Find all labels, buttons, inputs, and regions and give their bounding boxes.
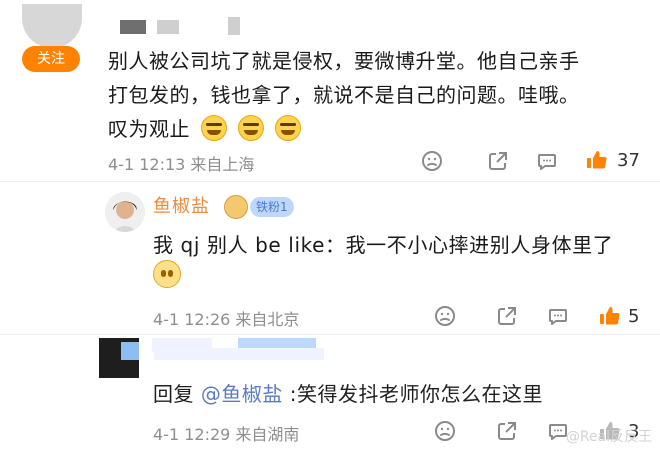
- thumb-up-icon[interactable]: [585, 148, 609, 172]
- reply-body: :笑得发抖老师你怎么在这里: [289, 382, 543, 406]
- mention-link[interactable]: @鱼椒盐: [201, 382, 283, 406]
- comment-icon[interactable]: [535, 149, 559, 173]
- reply-text: 我 qj 别人 be like：我一不小心摔进别人身体里了: [153, 233, 614, 257]
- like-count: 5: [628, 306, 640, 327]
- crying-face-icon: [237, 115, 264, 141]
- share-icon[interactable]: [495, 419, 519, 443]
- like-count: 37: [617, 150, 640, 171]
- share-icon[interactable]: [486, 149, 510, 173]
- avatar-detail: [121, 342, 139, 360]
- comment-line: 别人被公司坑了就是侵权，要微博升堂。他自己亲手: [108, 49, 580, 73]
- thumb-up-icon[interactable]: [598, 304, 622, 328]
- thumb-up-icon[interactable]: [585, 148, 609, 172]
- comment-icon[interactable]: [546, 304, 570, 328]
- blushing-face-icon: [153, 260, 181, 288]
- dislike-icon[interactable]: [433, 304, 457, 328]
- thumb-up-icon[interactable]: [598, 304, 622, 328]
- dislike-icon[interactable]: [433, 419, 457, 443]
- redacted-name-block: [120, 20, 146, 34]
- share-icon[interactable]: [495, 304, 519, 328]
- avatar-portrait-icon: [105, 192, 145, 232]
- fan-crown-icon: [224, 195, 248, 219]
- reply-meta: 4-1 12:29 来自湖南: [153, 425, 300, 444]
- comment-icon[interactable]: [535, 149, 559, 173]
- divider: [0, 181, 660, 182]
- share-icon[interactable]: [486, 149, 510, 173]
- divider: [0, 334, 660, 335]
- comment-meta: 4-1 12:13 来自上海: [108, 155, 255, 174]
- redacted-name-block: [228, 17, 240, 35]
- dislike-icon[interactable]: [433, 419, 457, 443]
- avatar[interactable]: [105, 192, 145, 232]
- share-icon[interactable]: [495, 419, 519, 443]
- follow-badge[interactable]: 关注: [22, 46, 80, 72]
- dislike-icon[interactable]: [420, 149, 444, 173]
- dislike-icon[interactable]: [433, 304, 457, 328]
- fan-badge-label: 铁粉1: [250, 197, 294, 217]
- redacted-name-block: [157, 20, 179, 34]
- reply-prefix: 回复: [153, 382, 194, 406]
- watermark: @Real反反王: [565, 429, 652, 445]
- comment-line: 叹为观止: [108, 112, 628, 146]
- fan-badge: 铁粉1: [224, 195, 294, 219]
- reply-meta: 4-1 12:26 来自北京: [153, 310, 300, 329]
- crying-face-icon: [274, 115, 301, 141]
- share-icon[interactable]: [495, 304, 519, 328]
- avatar[interactable]: [22, 4, 82, 48]
- username[interactable]: 鱼椒盐: [153, 192, 210, 218]
- comment-text: 别人被公司坑了就是侵权，要微博升堂。他自己亲手 打包发的，钱也拿了，就说不是自己…: [108, 44, 628, 146]
- comment-line: 打包发的，钱也拿了，就说不是自己的问题。哇哦。: [108, 83, 580, 107]
- dislike-icon[interactable]: [420, 149, 444, 173]
- crying-face-icon: [200, 115, 227, 141]
- redacted-name-block: [154, 348, 324, 360]
- comment-line-text: 叹为观止: [108, 117, 190, 141]
- reply-text: 回复 @鱼椒盐 :笑得发抖老师你怎么在这里: [153, 378, 543, 407]
- comment-icon[interactable]: [546, 304, 570, 328]
